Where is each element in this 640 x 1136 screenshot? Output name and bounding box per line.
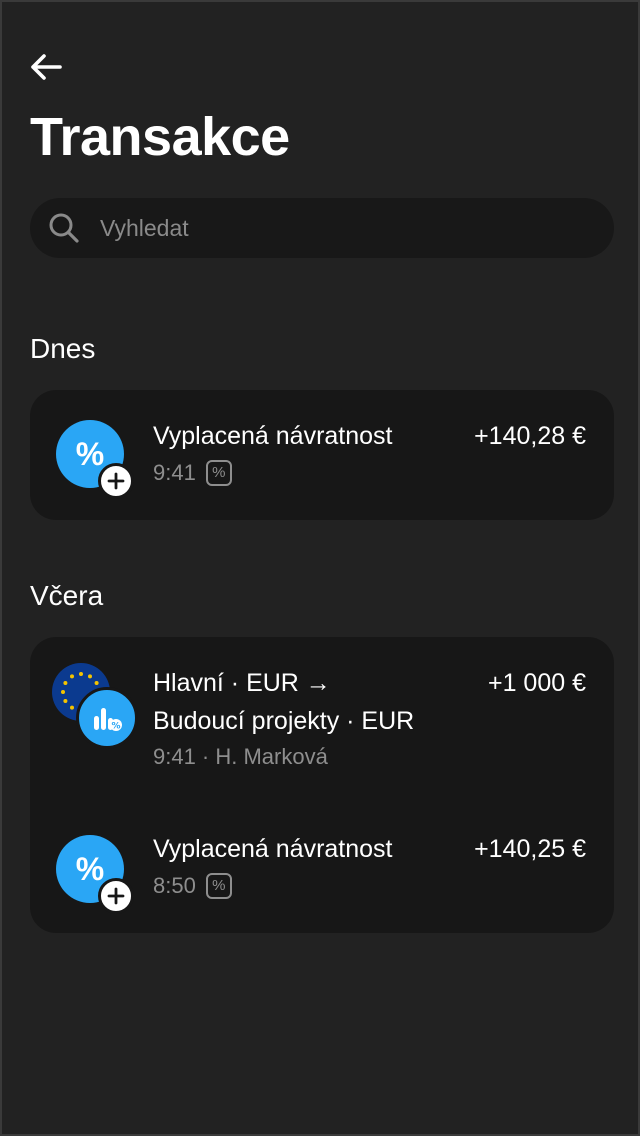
plus-badge-icon — [98, 463, 134, 499]
section-title-yesterday: Včera — [30, 580, 104, 611]
transaction-meta: 8:50 % — [153, 871, 232, 901]
transaction-meta: 9:41 · H. Marková — [153, 744, 328, 769]
transaction-row[interactable]: % Vyplacená návratnost 9:41 % +140,28 € — [30, 390, 614, 520]
back-button[interactable] — [28, 52, 64, 82]
transfer-from: Hlavní · EUR → — [153, 669, 331, 697]
transaction-name: Vyplacená návratnost — [153, 835, 393, 863]
transaction-row[interactable]: % Vyplacená návratnost 8:50 % +140,25 € — [30, 803, 614, 933]
transaction-name: Vyplacená návratnost — [153, 422, 393, 450]
transaction-row[interactable]: % Hlavní · EUR → Budoucí projekty · EUR … — [30, 637, 614, 797]
percent-icon: % — [75, 850, 105, 887]
page-title: Transakce — [30, 107, 290, 167]
cashback-tag-icon: % — [205, 873, 232, 899]
transaction-amount: +140,28 € — [474, 422, 586, 450]
search-input[interactable] — [98, 213, 562, 243]
transaction-time: 8:50 — [153, 873, 196, 898]
search-bar[interactable] — [30, 198, 614, 258]
arrow-left-icon — [31, 54, 62, 80]
transfer-to: Budoucí projekty · EUR — [153, 707, 415, 735]
transaction-amount: +1 000 € — [487, 669, 586, 697]
percent-icon: % — [75, 435, 105, 472]
section-title-today: Dnes — [30, 333, 96, 364]
transaction-amount: +140,25 € — [474, 835, 586, 863]
svg-text:%: % — [111, 722, 120, 732]
transactions-card-yesterday: % Hlavní · EUR → Budoucí projekty · EUR … — [30, 637, 614, 933]
transaction-meta: 9:41 % — [153, 458, 232, 488]
cashback-tag-icon: % — [205, 460, 232, 486]
savings-pocket-icon: % — [76, 687, 138, 749]
transactions-card-today: % Vyplacená návratnost 9:41 % +140,28 € — [30, 390, 614, 520]
transaction-time: 9:41 — [153, 460, 196, 485]
search-icon — [49, 213, 79, 243]
plus-badge-icon — [98, 878, 134, 914]
